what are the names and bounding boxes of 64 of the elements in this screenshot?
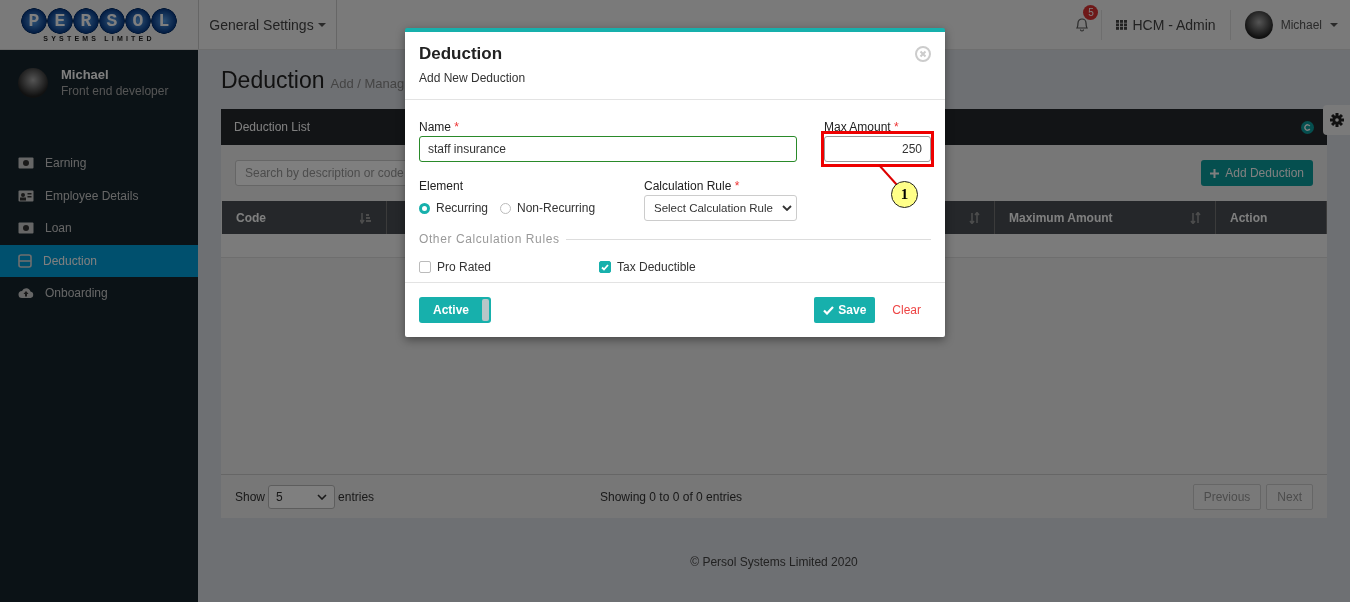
name-field[interactable]: staff insurance bbox=[419, 136, 797, 162]
save-button[interactable]: Save bbox=[814, 297, 876, 323]
checkbox[interactable] bbox=[599, 261, 611, 273]
sidebar-item[interactable]: Deduction bbox=[0, 244, 198, 277]
banknote-icon bbox=[18, 157, 34, 170]
max-amount-field[interactable]: 250 bbox=[824, 136, 931, 162]
user-menu[interactable]: Michael bbox=[1280, 17, 1322, 32]
sidebar-item[interactable]: Employee Details bbox=[0, 179, 198, 212]
add-deduction-button[interactable]: Add Deduction bbox=[1201, 160, 1313, 186]
clear-link[interactable]: Clear bbox=[892, 303, 921, 317]
sort-ascending-icon[interactable] bbox=[360, 211, 372, 224]
app-name[interactable]: HCM - Admin bbox=[1132, 16, 1216, 33]
radio-label[interactable]: Non-Recurring bbox=[517, 201, 596, 215]
banknote-icon bbox=[18, 222, 34, 235]
grid-icon[interactable] bbox=[1116, 19, 1129, 30]
leader-line bbox=[878, 164, 898, 186]
profile-name: Michael bbox=[61, 67, 110, 82]
cloud-upload-icon bbox=[18, 287, 34, 300]
radio-label[interactable]: Recurring bbox=[436, 201, 489, 215]
bell-icon[interactable] bbox=[1075, 17, 1090, 32]
profile-avatar bbox=[18, 67, 48, 98]
sort-icon[interactable] bbox=[969, 211, 980, 224]
column-header[interactable]: Action bbox=[1230, 210, 1268, 225]
field-label: Name * bbox=[419, 120, 461, 134]
column-header[interactable]: Code bbox=[236, 210, 266, 225]
active-toggle[interactable]: Active bbox=[419, 297, 491, 323]
field-label: Max Amount * bbox=[824, 120, 900, 134]
sort-icon[interactable] bbox=[1190, 211, 1201, 224]
checkbox[interactable] bbox=[419, 261, 431, 273]
minus-square-icon bbox=[18, 253, 32, 268]
id-card-icon bbox=[18, 189, 34, 202]
calculation-rule-select[interactable]: Select Calculation Rule bbox=[644, 195, 797, 221]
dialog-title: Deduction bbox=[419, 44, 503, 64]
field-label: Calculation Rule * bbox=[644, 179, 741, 193]
plus-icon bbox=[1210, 168, 1220, 178]
chevron-down-icon bbox=[317, 493, 328, 500]
caret-icon[interactable] bbox=[1330, 22, 1338, 27]
notification-badge: 5 bbox=[1083, 5, 1099, 20]
sidebar-item[interactable]: Loan bbox=[0, 212, 198, 245]
copyright: © Persol Systems Limited 2020 bbox=[689, 555, 859, 569]
checkbox-label[interactable]: Tax Deductible bbox=[617, 260, 696, 274]
sidebar-item[interactable]: Earning bbox=[0, 147, 198, 180]
chevron-down-icon bbox=[782, 205, 792, 211]
radio-button[interactable] bbox=[500, 202, 512, 214]
refresh-icon[interactable] bbox=[1301, 120, 1314, 134]
settings-icon[interactable] bbox=[1329, 113, 1344, 127]
entries-label: entries bbox=[338, 489, 375, 504]
section-legend: Other Calculation Rules bbox=[419, 232, 560, 246]
card-title: Deduction List bbox=[234, 120, 311, 134]
sidebar-item[interactable]: Onboarding bbox=[0, 277, 198, 310]
check-icon bbox=[823, 305, 835, 315]
column-header[interactable]: Maximum Amount bbox=[1009, 210, 1113, 225]
close-icon[interactable] bbox=[915, 46, 931, 62]
page-size-select[interactable]: 5 bbox=[268, 484, 336, 509]
user-avatar[interactable] bbox=[1244, 10, 1273, 39]
dialog-subtitle: Add New Deduction bbox=[419, 71, 527, 85]
radio-button[interactable] bbox=[419, 202, 430, 214]
profile-role: Front end developer bbox=[61, 84, 169, 98]
general-settings-menu[interactable]: General Settings bbox=[198, 0, 337, 49]
settings-tab[interactable] bbox=[1323, 105, 1350, 135]
checkbox-label[interactable]: Pro Rated bbox=[437, 260, 492, 274]
page-title: Deduction bbox=[221, 67, 325, 94]
entries-info: Showing 0 to 0 of 0 entries bbox=[600, 489, 743, 504]
show-label: Show bbox=[235, 489, 266, 504]
